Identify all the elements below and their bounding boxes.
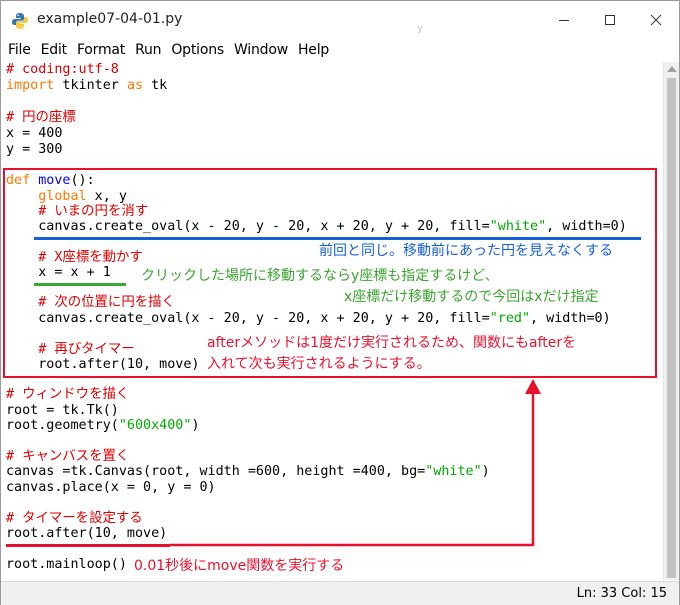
annotation-green-2: x座標だけ移動するので今回はxだけ指定 — [344, 289, 599, 305]
green-underline — [34, 283, 126, 286]
string-literal: "600x400" — [118, 418, 192, 433]
code-text: ) — [481, 464, 490, 479]
keyword-as: as — [126, 78, 144, 93]
code-text: ) — [191, 418, 200, 433]
menu-help[interactable]: Help — [294, 42, 333, 58]
window-title: example07-04-01.py — [37, 11, 183, 27]
annotation-red-2: 入れて次も実行されるようにする。 — [207, 356, 431, 372]
menu-file[interactable]: File — [4, 42, 35, 58]
code-text: tkinter — [54, 78, 127, 93]
annotation-green-1: クリックした場所に移動するならy座標も指定するけど、 — [141, 268, 499, 284]
blue-underline — [34, 237, 641, 240]
close-icon — [650, 14, 662, 26]
menu-window[interactable]: Window — [230, 42, 292, 58]
code-line-2: import tkinter as tk — [6, 78, 167, 94]
code-line-4: # 円の座標 — [6, 110, 76, 125]
code-line-30: root.after(10, move) — [6, 526, 168, 541]
status-bar: Ln: 33 Col: 15 — [1, 581, 679, 605]
idle-editor-window: example07-04-01.py y File Edit Format Ru… — [0, 0, 680, 605]
keyword-import: import — [6, 78, 55, 93]
code-line-26: canvas =tk.Canvas(root, width =600, heig… — [6, 464, 490, 480]
code-line-22: root = tk.Tk() — [6, 403, 119, 418]
code-text: tk — [143, 78, 168, 93]
minimize-icon — [559, 20, 569, 21]
code-line-6: y = 300 — [6, 142, 63, 157]
code-line-1: # coding:utf-8 — [6, 62, 119, 77]
menu-run[interactable]: Run — [131, 42, 165, 58]
code-line-5: x = 400 — [6, 126, 63, 141]
scroll-up-arrow-icon[interactable] — [667, 66, 677, 72]
python-icon — [12, 13, 28, 29]
menu-format[interactable]: Format — [73, 42, 129, 58]
title-ghost-char: y — [417, 23, 423, 34]
code-line-25: # キャンバスを置く — [6, 449, 130, 464]
menu-bar: File Edit Format Run Options Window Help — [1, 39, 679, 61]
annotation-red-1: afterメソッドは1度だけ実行されるため、関数にもafterを — [207, 335, 577, 351]
code-line-27: canvas.place(x = 0, y = 0) — [6, 480, 216, 495]
annotation-blue: 前回と同じ。移動前にあった円を見えなくする — [319, 243, 613, 259]
code-text: canvas =tk.Canvas(root, width =600, heig… — [6, 464, 426, 479]
maximize-button[interactable] — [587, 1, 633, 39]
menu-options[interactable]: Options — [167, 42, 228, 58]
close-button[interactable] — [633, 1, 679, 39]
string-literal: "white" — [425, 464, 482, 479]
maximize-icon — [605, 15, 615, 25]
scrollbar-thumb[interactable] — [667, 78, 676, 578]
cursor-position: Ln: 33 Col: 15 — [576, 586, 667, 601]
code-line-32: root.mainloop() — [6, 557, 127, 572]
code-line-29: # タイマーを設定する — [6, 511, 143, 526]
annotation-red-3: 0.01秒後にmove関数を実行する — [134, 558, 345, 574]
code-line-23: root.geometry("600x400") — [6, 418, 200, 434]
code-line-21: # ウィンドウを描く — [6, 387, 130, 402]
menu-edit[interactable]: Edit — [37, 42, 71, 58]
title-bar[interactable]: example07-04-01.py y — [1, 1, 679, 39]
minimize-button[interactable] — [541, 1, 587, 39]
red-underline — [6, 544, 170, 547]
vertical-scrollbar[interactable] — [663, 62, 679, 580]
code-text: root.geometry( — [6, 418, 119, 433]
